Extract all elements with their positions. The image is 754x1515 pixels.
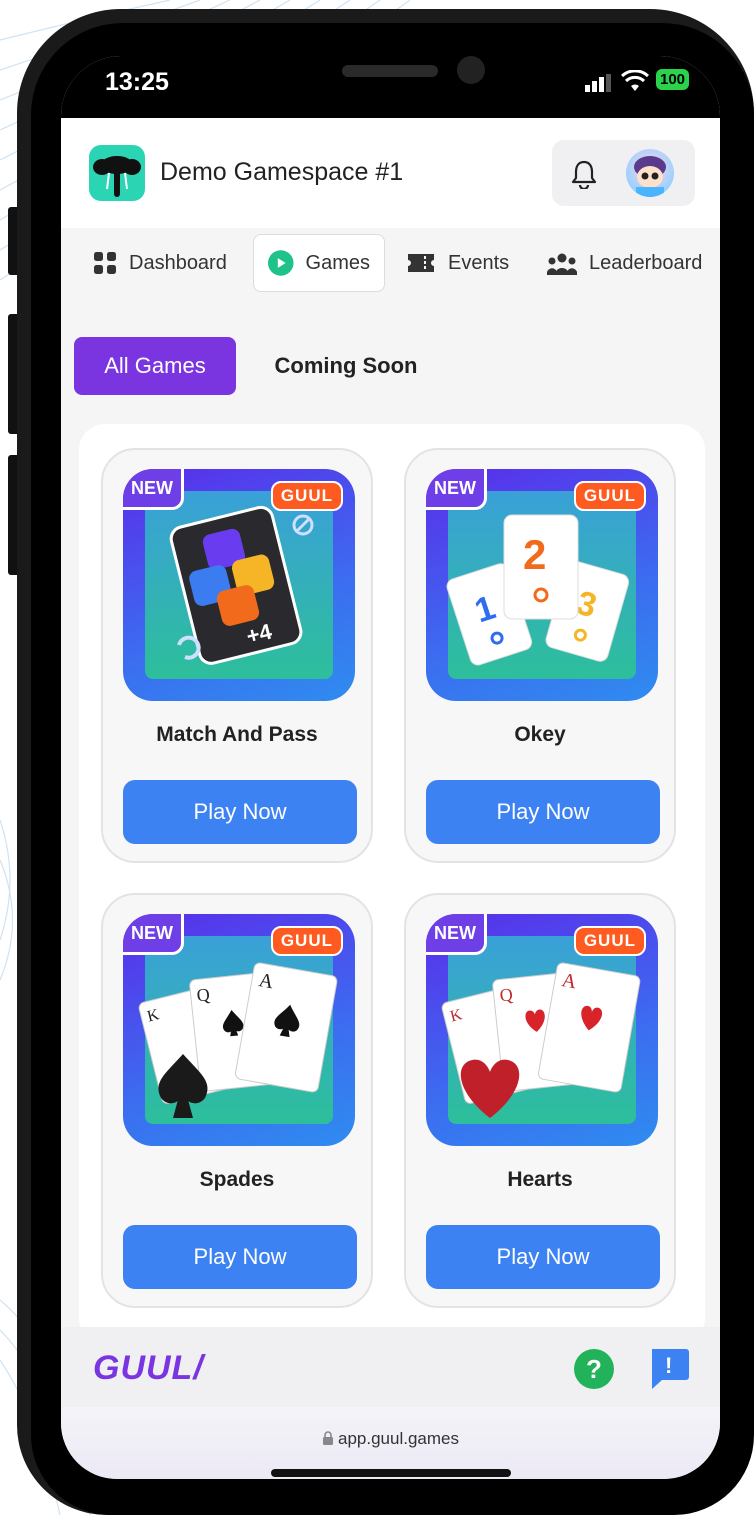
game-title: Match And Pass [156, 723, 318, 746]
game-card-spades: K Q A NEW GUUL Spades Play Now [101, 893, 373, 1308]
tab-leaderboard[interactable]: Leaderboard [547, 234, 702, 292]
people-icon [547, 253, 577, 275]
home-indicator[interactable] [271, 1469, 511, 1477]
lock-icon [323, 1431, 333, 1445]
tab-events-label: Events [448, 251, 510, 274]
header-actions [552, 140, 695, 206]
play-now-button[interactable]: Play Now [123, 1225, 357, 1289]
app-header: Demo Gamespace #1 [61, 118, 720, 228]
gamespace-logo[interactable] [89, 145, 145, 201]
earpiece [342, 65, 438, 77]
avatar-character-icon [634, 156, 666, 197]
url-text: app.guul.games [338, 1429, 459, 1448]
url-display: app.guul.games [61, 1429, 720, 1449]
game-title: Okey [514, 723, 566, 746]
okey-tile-2-label: 2 [523, 531, 546, 578]
spades-queen-rank: Q [196, 984, 211, 1005]
game-title: Hearts [507, 1168, 573, 1191]
guul-badge: GUUL [270, 926, 343, 956]
help-button[interactable]: ? [574, 1349, 614, 1389]
guul-logo[interactable]: GUUL/ [93, 1349, 204, 1388]
status-time: 13:25 [105, 68, 169, 96]
hearts-queen-rank: Q [499, 984, 514, 1005]
dashboard-icon [94, 252, 116, 274]
status-bar: 13:25 100 [61, 56, 720, 118]
feedback-icon[interactable]: ! [648, 1347, 690, 1391]
app-footer: GUUL/ ? ! [61, 1327, 720, 1407]
filter-coming-soon[interactable]: Coming Soon [256, 337, 436, 395]
game-art-spades[interactable]: K Q A NEW GUUL [123, 914, 355, 1146]
play-now-button[interactable]: Play Now [426, 1225, 660, 1289]
new-badge: NEW [123, 914, 184, 955]
new-badge: NEW [426, 469, 487, 510]
tab-games[interactable]: Games [253, 234, 385, 292]
elephant-icon [93, 156, 141, 197]
main-nav: Dashboard Games Events Leaderboard [61, 228, 720, 298]
game-art-okey[interactable]: 1 3 2 NEW GUUL [426, 469, 658, 701]
new-badge: NEW [426, 914, 487, 955]
games-panel: +4 NEW GUUL Match And Pass Play Now 1 3 … [79, 424, 705, 1344]
question-mark-icon: ? [586, 1353, 602, 1384]
wifi-icon [621, 70, 649, 91]
avatar[interactable] [626, 149, 674, 197]
play-now-button[interactable]: Play Now [426, 780, 660, 844]
tab-leaderboard-label: Leaderboard [589, 251, 703, 274]
new-badge: NEW [123, 469, 184, 510]
game-art-match-and-pass[interactable]: +4 NEW GUUL [123, 469, 355, 701]
filter-all-games[interactable]: All Games [74, 337, 236, 395]
tab-games-label: Games [305, 251, 370, 274]
game-card-match-and-pass: +4 NEW GUUL Match And Pass Play Now [101, 448, 373, 863]
exclamation-icon: ! [665, 1353, 672, 1378]
play-circle-icon [268, 250, 294, 276]
battery-indicator: 100 [656, 69, 690, 90]
play-now-button[interactable]: Play Now [123, 780, 357, 844]
guul-badge: GUUL [573, 926, 646, 956]
bell-icon[interactable] [570, 159, 598, 189]
front-camera [457, 56, 485, 84]
tab-dashboard-label: Dashboard [129, 251, 227, 274]
game-card-hearts: K Q A NEW GUUL Hearts Play Now [404, 893, 676, 1308]
phone-screen: 13:25 100 Demo Gamespace #1 Dashboard Ga… [61, 56, 720, 1479]
ticket-icon [408, 254, 434, 272]
guul-badge: GUUL [573, 481, 646, 511]
game-title: Spades [199, 1168, 275, 1191]
workspace-name[interactable]: Demo Gamespace #1 [160, 158, 403, 187]
tab-dashboard[interactable]: Dashboard [93, 234, 227, 292]
signal-icon [585, 74, 611, 92]
game-art-hearts[interactable]: K Q A NEW GUUL [426, 914, 658, 1146]
tab-events[interactable]: Events [406, 234, 509, 292]
guul-badge: GUUL [270, 481, 343, 511]
game-card-okey: 1 3 2 NEW GUUL Okey Play Now [404, 448, 676, 863]
